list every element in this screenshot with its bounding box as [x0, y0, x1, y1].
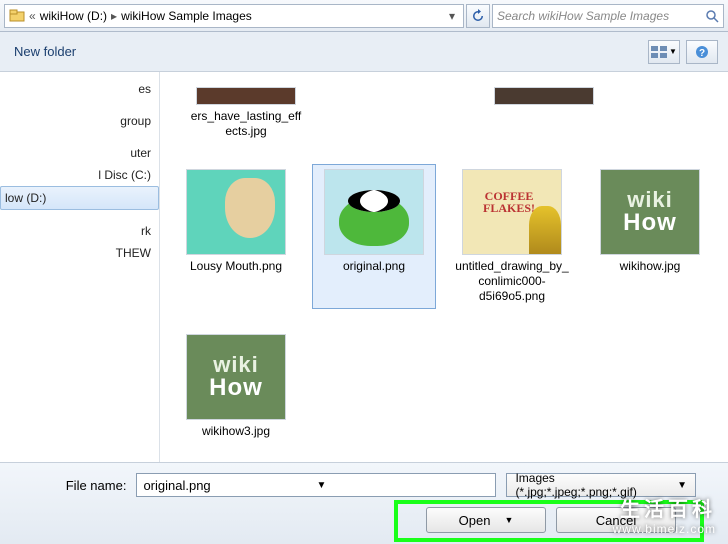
- file-label: ers_have_lasting_effects.jpg: [189, 109, 303, 139]
- file-label: untitled_drawing_by_conlimic000-d5i69o5.…: [455, 259, 569, 304]
- file-item[interactable]: untitled_drawing_by_conlimic000-d5i69o5.…: [450, 164, 574, 309]
- filename-input[interactable]: original.png ▼: [136, 473, 496, 497]
- thumbnail: [462, 169, 562, 255]
- file-item[interactable]: wikiHow wikihow.jpg: [588, 164, 712, 309]
- thumbnail: [196, 87, 296, 105]
- file-item[interactable]: Lousy Mouth.png: [174, 164, 298, 309]
- filename-value: original.png: [143, 478, 316, 493]
- file-label: wikihow.jpg: [620, 259, 681, 274]
- open-button[interactable]: Open ▼: [426, 507, 546, 533]
- view-button[interactable]: ▼: [648, 40, 680, 64]
- dropdown-icon: ▼: [669, 47, 677, 56]
- file-label: original.png: [343, 259, 405, 274]
- file-item[interactable]: wikiHow wikihow3.jpg: [174, 329, 298, 444]
- dropdown-icon[interactable]: ▾: [449, 9, 455, 23]
- refresh-icon: [471, 9, 485, 23]
- nav-item[interactable]: uter: [0, 142, 159, 164]
- search-placeholder: Search wikiHow Sample Images: [497, 9, 669, 23]
- file-item-selected[interactable]: original.png: [312, 164, 436, 309]
- nav-item[interactable]: es: [0, 78, 159, 100]
- crumb-folder[interactable]: wikiHow Sample Images: [121, 9, 252, 23]
- file-item[interactable]: ers_have_lasting_effects.jpg: [184, 82, 308, 144]
- chevron-right-icon: ▸: [111, 9, 117, 23]
- search-input[interactable]: Search wikiHow Sample Images: [492, 4, 724, 28]
- crumb-drive[interactable]: wikiHow (D:): [40, 9, 107, 23]
- help-icon: ?: [695, 45, 709, 59]
- search-icon: [705, 9, 719, 23]
- filename-label: File name:: [54, 478, 126, 493]
- file-filter-select[interactable]: Images (*.jpg;*.jpeg;*.png;*.gif) ▼: [506, 473, 696, 497]
- nav-tree[interactable]: es group uter l Disc (C:) low (D:) rk TH…: [0, 72, 160, 462]
- split-dropdown-icon[interactable]: ▼: [504, 515, 513, 525]
- file-label: Lousy Mouth.png: [190, 259, 282, 274]
- refresh-button[interactable]: [466, 4, 490, 28]
- main-area: es group uter l Disc (C:) low (D:) rk TH…: [0, 72, 728, 462]
- file-list: ers_have_lasting_effects.jpg Lousy Mouth…: [160, 72, 728, 462]
- file-label: wikihow3.jpg: [202, 424, 270, 439]
- nav-item[interactable]: group: [0, 110, 159, 132]
- new-folder-button[interactable]: New folder: [10, 42, 80, 61]
- nav-item-selected[interactable]: low (D:): [0, 186, 159, 210]
- svg-text:?: ?: [699, 48, 705, 59]
- dropdown-icon[interactable]: ▼: [316, 480, 489, 491]
- toolbar: New folder ▼ ?: [0, 32, 728, 72]
- thumbnails-icon: [651, 46, 667, 58]
- chevron-icon: «: [29, 9, 36, 23]
- address-bar: « wikiHow (D:) ▸ wikiHow Sample Images ▾…: [0, 0, 728, 32]
- thumbnail: [494, 87, 594, 105]
- folder-icon: [9, 8, 25, 24]
- dropdown-icon: ▼: [677, 480, 687, 491]
- thumbnail: [186, 169, 286, 255]
- thumbnail: [324, 169, 424, 255]
- help-button[interactable]: ?: [686, 40, 718, 64]
- thumbnail: wikiHow: [186, 334, 286, 420]
- thumbnail: wikiHow: [600, 169, 700, 255]
- file-item[interactable]: [482, 82, 606, 114]
- nav-item[interactable]: rk: [0, 220, 159, 242]
- filter-value: Images (*.jpg;*.jpeg;*.png;*.gif): [515, 471, 671, 499]
- nav-item[interactable]: THEW: [0, 242, 159, 264]
- cancel-button[interactable]: Cancel: [556, 507, 676, 533]
- bottom-panel: File name: original.png ▼ Images (*.jpg;…: [0, 462, 728, 544]
- nav-item[interactable]: l Disc (C:): [0, 164, 159, 186]
- breadcrumb[interactable]: « wikiHow (D:) ▸ wikiHow Sample Images ▾: [4, 4, 464, 28]
